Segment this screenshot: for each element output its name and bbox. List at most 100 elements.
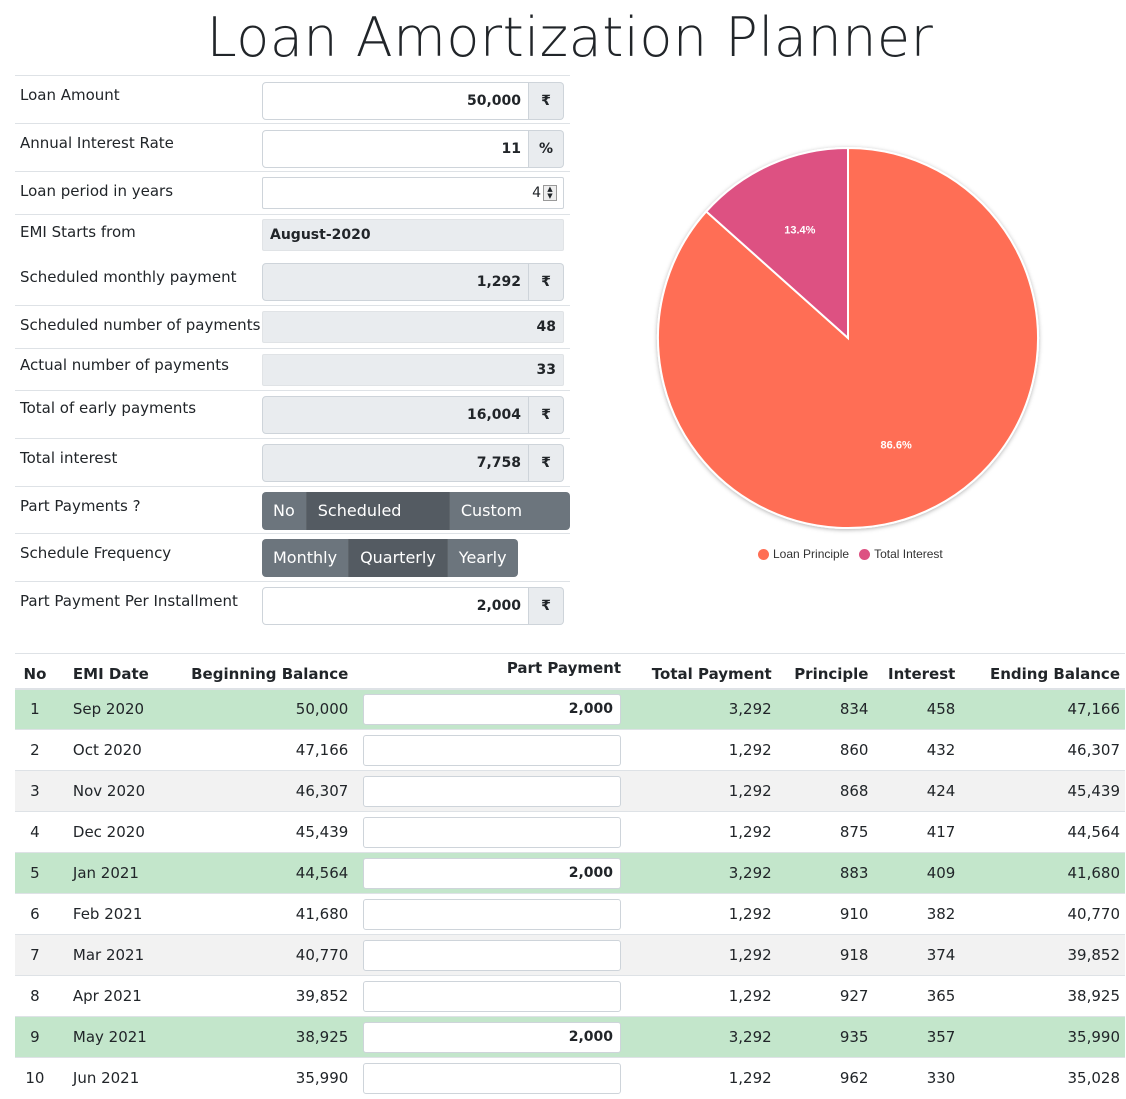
frequency-monthly-button[interactable]: Monthly <box>262 539 350 577</box>
legend-item-interest[interactable]: Total Interest <box>859 547 943 561</box>
cell-end: 46,307 <box>960 729 1125 771</box>
part-payment-input[interactable]: 2,000 <box>363 857 622 889</box>
emi-start-field: August-2020 <box>262 219 564 251</box>
part-payments-custom-button[interactable]: Custom Plan <box>449 492 570 530</box>
cell-total: 3,292 <box>626 852 777 894</box>
part-payment-input[interactable] <box>363 898 622 930</box>
cell-principle: 962 <box>776 1057 874 1099</box>
col-ending-balance: Ending Balance <box>960 653 1125 690</box>
table-body: 1 Sep 2020 50,000 2,000 3,292 834 458 47,166 2 Oc… <box>15 688 1125 1099</box>
cell-no: 2 <box>15 729 55 771</box>
legend-item-principle[interactable]: Loan Principle <box>758 547 849 561</box>
interest-rate-row: Annual Interest Rate 11 % <box>15 123 570 171</box>
interest-rate-label: Annual Interest Rate <box>20 134 174 152</box>
rupee-icon: ₹ <box>529 263 564 301</box>
spinner-arrows-icon[interactable]: ▲ ▼ <box>543 185 557 201</box>
emi-start-label: EMI Starts from <box>20 223 136 241</box>
monthly-payment-label: Scheduled monthly payment <box>20 268 237 286</box>
col-beginning-balance: Beginning Balance <box>153 653 354 690</box>
cell-begin: 35,990 <box>153 1057 354 1099</box>
page-title: Loan Amortization Planner <box>206 6 934 69</box>
cell-principle: 910 <box>776 893 874 935</box>
rupee-icon: ₹ <box>529 82 564 120</box>
part-payments-toggle: No Scheduled Plan Custom Plan <box>262 492 570 530</box>
cell-no: 1 <box>15 688 55 730</box>
cell-date: Oct 2020 <box>54 729 154 771</box>
chart-legend: Loan Principle Total Interest <box>758 547 943 561</box>
cell-total: 1,292 <box>626 893 777 935</box>
col-interest: Interest <box>873 653 961 690</box>
amortization-table: No EMI Date Beginning Balance Part Payme… <box>15 653 1125 1099</box>
monthly-payment-row: Scheduled monthly payment 1,292 ₹ <box>15 257 570 305</box>
cell-part: 2,000 <box>353 688 627 730</box>
early-payments-row: Total of early payments 16,004 ₹ <box>15 390 570 438</box>
frequency-yearly-button[interactable]: Yearly <box>447 539 518 577</box>
interest-rate-input[interactable]: 11 <box>262 130 529 168</box>
part-payments-row: Part Payments ? No Scheduled Plan Custom… <box>15 486 570 533</box>
cell-no: 7 <box>15 934 55 976</box>
part-payment-input[interactable]: 2,000 <box>363 1021 622 1053</box>
total-interest-row: Total interest 7,758 ₹ <box>15 438 570 486</box>
loan-form: Loan Amount 50,000 ₹ Annual Interest Rat… <box>15 75 570 629</box>
cell-interest: 409 <box>873 852 961 894</box>
frequency-quarterly-button[interactable]: Quarterly <box>349 539 448 577</box>
cell-date: Apr 2021 <box>54 975 154 1017</box>
legend-dot-interest <box>859 548 871 560</box>
cell-total: 3,292 <box>626 1016 777 1058</box>
col-total-payment: Total Payment <box>626 653 777 690</box>
cell-no: 9 <box>15 1016 55 1058</box>
table-row: 9 May 2021 38,925 2,000 3,292 935 357 35,990 <box>15 1016 1125 1058</box>
part-payment-input[interactable]: 2,000 <box>363 693 622 725</box>
table-row: 1 Sep 2020 50,000 2,000 3,292 834 458 47,166 <box>15 688 1125 730</box>
scheduled-payments-row: Scheduled number of payments 48 <box>15 305 570 348</box>
cell-interest: 432 <box>873 729 961 771</box>
cell-end: 35,990 <box>960 1016 1125 1058</box>
loan-period-input[interactable]: 4 ▲ ▼ <box>262 177 564 209</box>
cell-interest: 357 <box>873 1016 961 1058</box>
part-payment-installment-input[interactable]: 2,000 <box>262 587 529 625</box>
cell-principle: 918 <box>776 934 874 976</box>
schedule-frequency-row: Schedule Frequency Monthly Quarterly Yea… <box>15 533 570 581</box>
pie-label-principle: 86.6% <box>881 439 912 451</box>
cell-date: Mar 2021 <box>54 934 154 976</box>
part-payments-no-button[interactable]: No <box>262 492 307 530</box>
table-row: 5 Jan 2021 44,564 2,000 3,292 883 409 41,680 <box>15 852 1125 894</box>
legend-label-interest: Total Interest <box>874 547 943 561</box>
cell-part <box>353 770 627 812</box>
part-payment-input[interactable] <box>363 1062 622 1094</box>
rupee-icon: ₹ <box>529 587 564 625</box>
part-payments-label: Part Payments ? <box>20 497 141 515</box>
cell-end: 45,439 <box>960 770 1125 812</box>
cell-date: Dec 2020 <box>54 811 154 853</box>
pie-label-interest: 13.4% <box>784 224 815 236</box>
table-row: 3 Nov 2020 46,307 1,292 868 424 45,439 <box>15 770 1125 812</box>
monthly-payment-field: 1,292 <box>262 263 529 301</box>
part-payment-input[interactable] <box>363 816 622 848</box>
cell-part: 2,000 <box>353 1016 627 1058</box>
part-payment-input[interactable] <box>363 775 622 807</box>
part-payment-input[interactable] <box>363 734 622 766</box>
table-row: 6 Feb 2021 41,680 1,292 910 382 40,770 <box>15 893 1125 935</box>
loan-amount-label: Loan Amount <box>20 86 120 104</box>
cell-begin: 50,000 <box>153 688 354 730</box>
table-row: 2 Oct 2020 47,166 1,292 860 432 46,307 <box>15 729 1125 771</box>
cell-end: 38,925 <box>960 975 1125 1017</box>
cell-begin: 45,439 <box>153 811 354 853</box>
cell-date: May 2021 <box>54 1016 154 1058</box>
table-row: 10 Jun 2021 35,990 1,292 962 330 35,028 <box>15 1057 1125 1099</box>
scheduled-payments-label: Scheduled number of payments <box>20 316 261 334</box>
part-payment-installment-row: Part Payment Per Installment 2,000 ₹ <box>15 581 570 629</box>
cell-begin: 47,166 <box>153 729 354 771</box>
part-payments-scheduled-button[interactable]: Scheduled Plan <box>306 492 450 530</box>
cell-no: 5 <box>15 852 55 894</box>
actual-payments-row: Actual number of payments 33 <box>15 348 570 390</box>
loan-amount-input[interactable]: 50,000 <box>262 82 529 120</box>
part-payment-input[interactable] <box>363 980 622 1012</box>
early-payments-field: 16,004 <box>262 396 529 434</box>
table-row: 4 Dec 2020 45,439 1,292 875 417 44,564 <box>15 811 1125 853</box>
cell-total: 3,292 <box>626 688 777 730</box>
part-payment-input[interactable] <box>363 939 622 971</box>
cell-principle: 875 <box>776 811 874 853</box>
cell-part: 2,000 <box>353 852 627 894</box>
schedule-frequency-toggle: Monthly Quarterly Yearly <box>262 539 518 577</box>
